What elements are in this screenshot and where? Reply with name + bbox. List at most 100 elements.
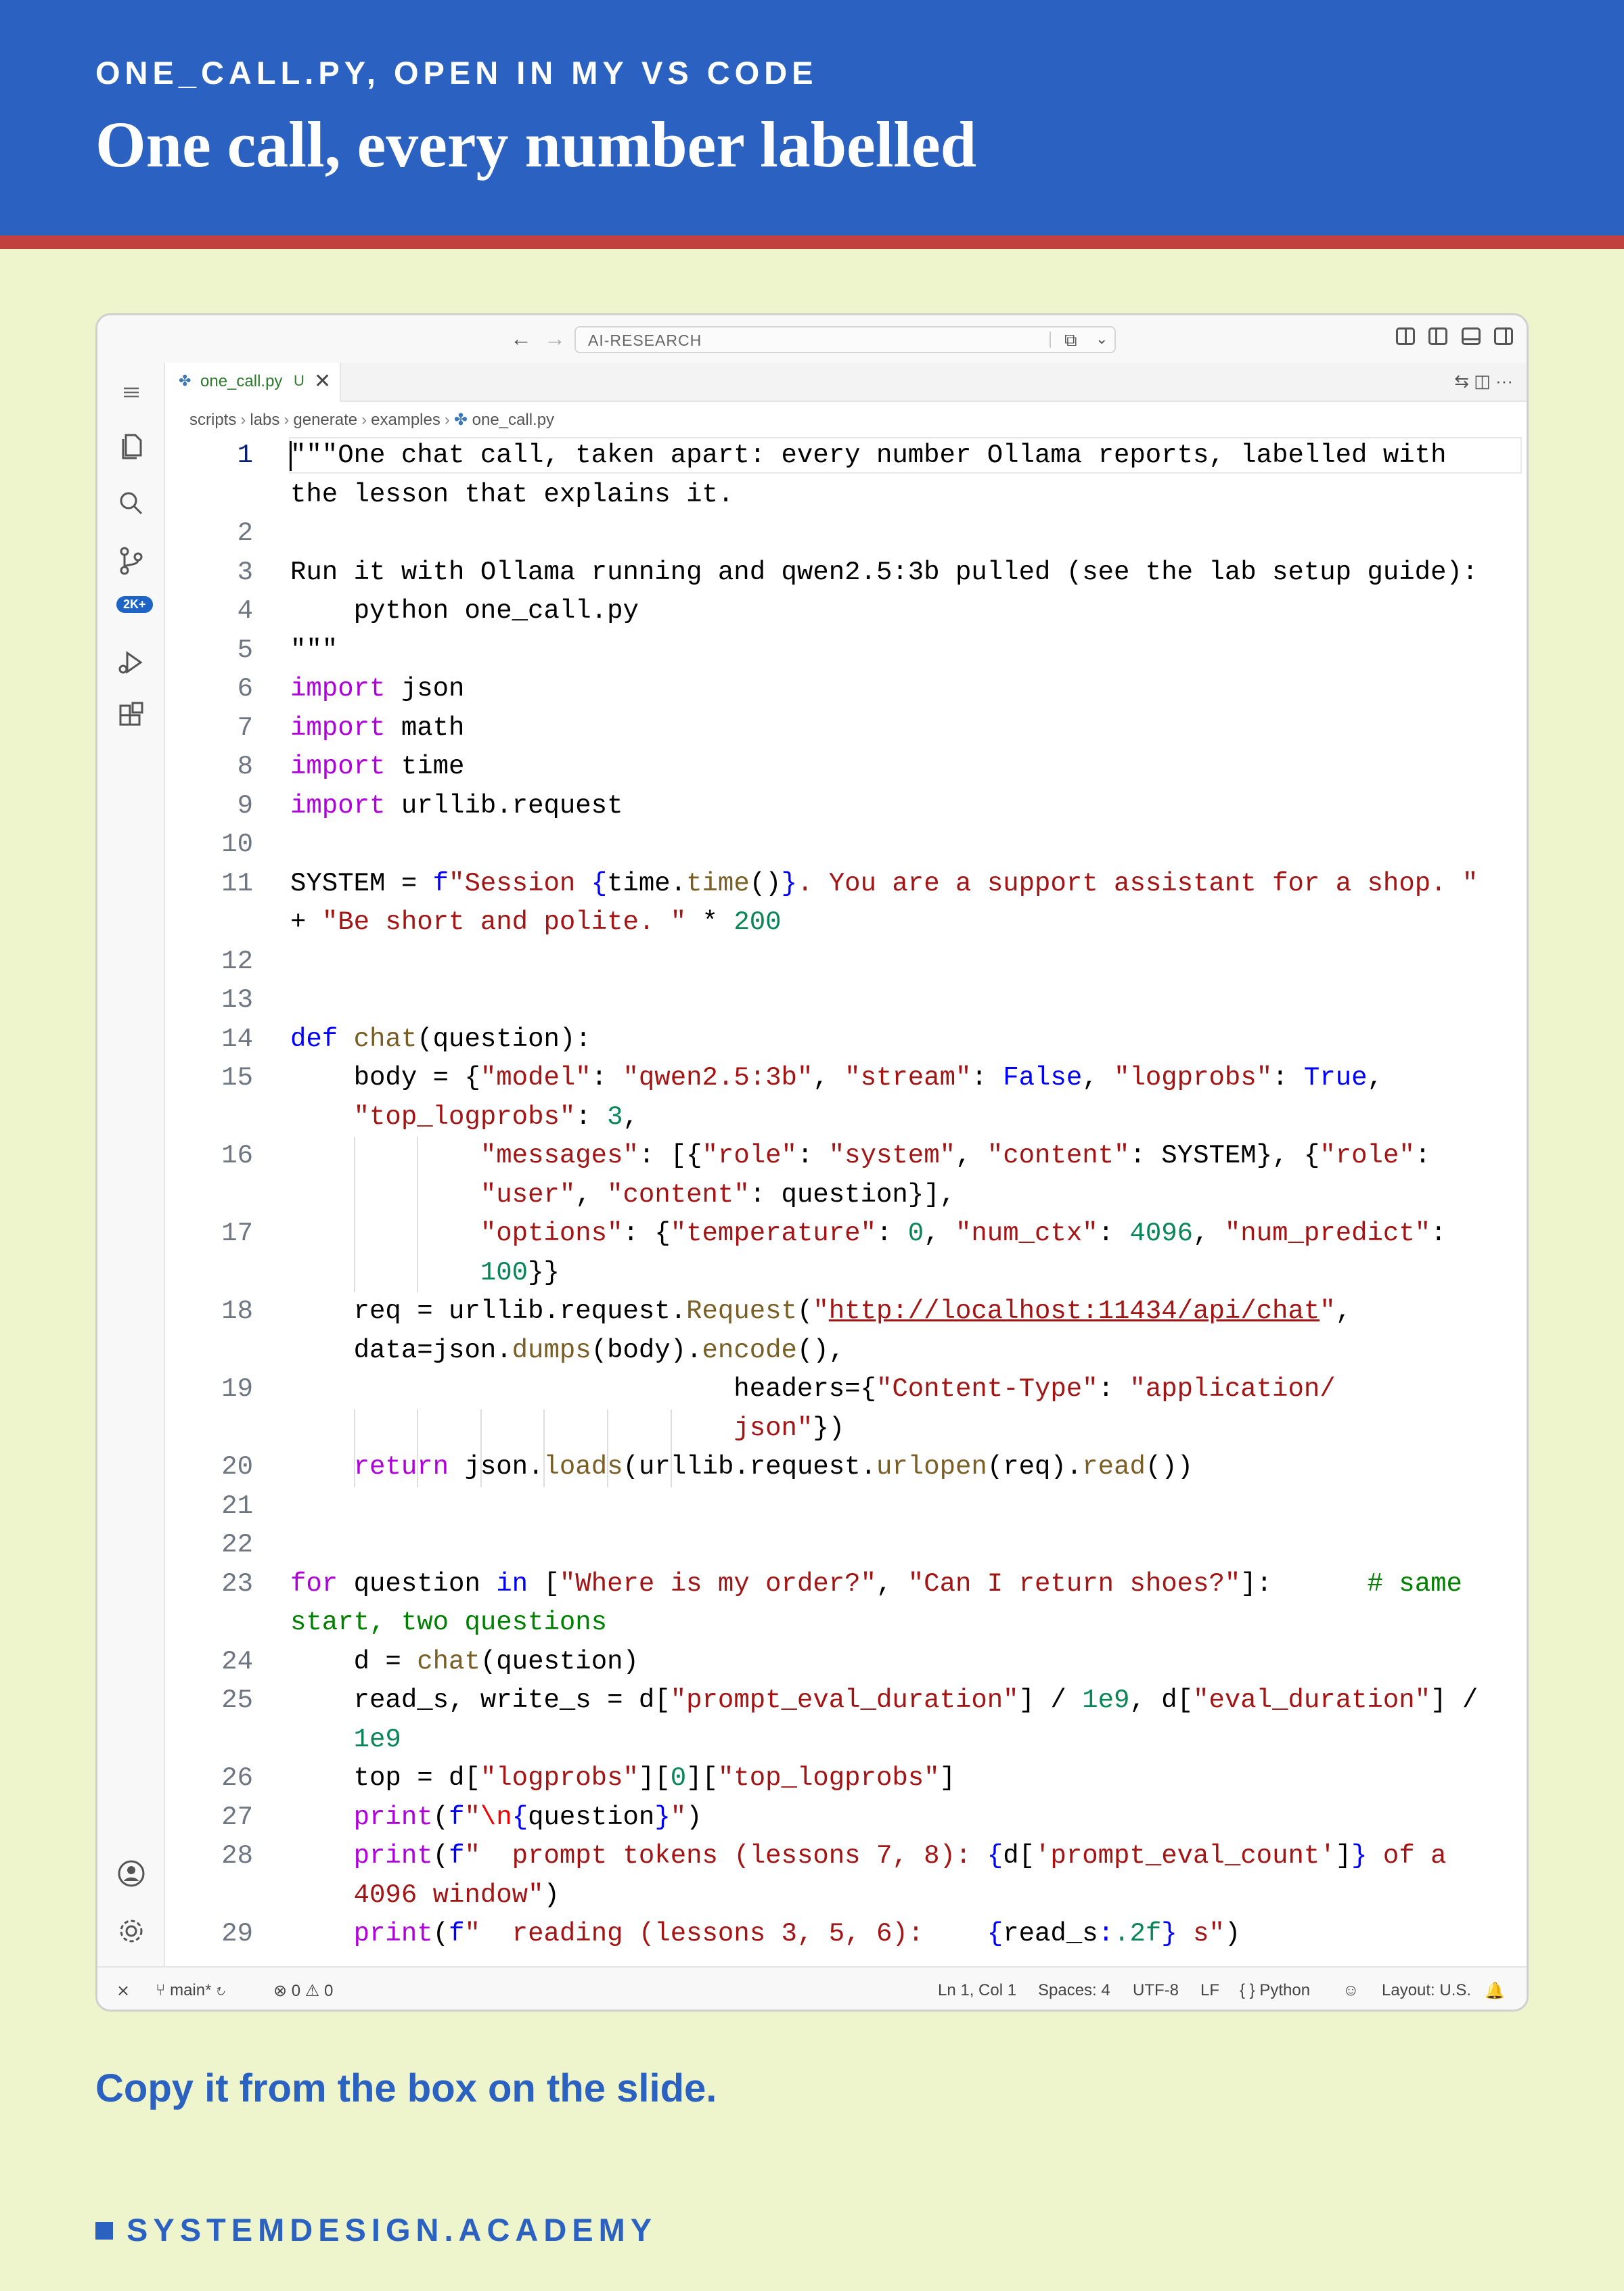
toggle-primary-sidebar-icon[interactable] [1428, 327, 1448, 345]
line-number[interactable]: 18 [165, 1292, 253, 1332]
close-icon[interactable]: ✕ [314, 369, 331, 393]
toggle-secondary-sidebar-icon[interactable] [1494, 327, 1513, 345]
code-line: "top_logprobs": 3, [165, 1098, 1512, 1137]
brand-square [95, 2222, 113, 2240]
line-number[interactable]: 8 [165, 748, 253, 787]
line-number[interactable]: 4 [165, 592, 253, 631]
chat-icon[interactable]: ⧉ [1064, 330, 1077, 351]
code-line: 27 print(f"\n{question}") [165, 1798, 1512, 1838]
code-line: start, two questions [165, 1604, 1512, 1643]
account-icon[interactable] [112, 1855, 150, 1892]
toggle-panel-icon[interactable] [1461, 327, 1481, 345]
line-number[interactable]: 19 [165, 1370, 253, 1409]
source-control-icon[interactable] [112, 542, 150, 580]
branch-indicator[interactable]: ⑂ main* ↻ [156, 1981, 226, 2000]
breadcrumb-item[interactable]: one_call.py [472, 411, 554, 429]
code-text: start, two questions [290, 1608, 608, 1637]
copilot-icon[interactable]: ☺ [1343, 1981, 1359, 2000]
command-center-separator [1050, 332, 1051, 348]
encoding[interactable]: UTF-8 [1133, 1981, 1179, 2000]
line-number[interactable]: 11 [165, 865, 253, 904]
code-text: import math [290, 712, 465, 743]
text-cursor [290, 441, 292, 471]
code-text: json"}) [734, 1413, 845, 1443]
line-number[interactable]: 28 [165, 1837, 253, 1876]
line-number[interactable]: 21 [165, 1487, 253, 1526]
code-text: data=json.dumps(body).encode(), [290, 1335, 845, 1365]
line-number[interactable]: 27 [165, 1798, 253, 1838]
explorer-icon[interactable] [112, 427, 150, 465]
line-number[interactable]: 20 [165, 1448, 253, 1487]
line-number[interactable]: 23 [165, 1565, 253, 1604]
sync-icon: ↻ [216, 1981, 226, 1999]
error-count: ⊗ 0 [273, 1982, 301, 2000]
extensions-icon[interactable] [112, 698, 150, 735]
line-number[interactable]: 3 [165, 553, 253, 593]
breadcrumb-item[interactable]: scripts [189, 411, 236, 429]
bell-icon[interactable]: 🔔 [1485, 1981, 1505, 2001]
line-number[interactable]: 6 [165, 670, 253, 709]
breadcrumb-separator: › [361, 411, 367, 429]
chevron-down-icon[interactable]: ⌄ [1096, 330, 1108, 348]
line-number[interactable]: 10 [165, 825, 253, 865]
editor-actions[interactable]: ⇆ ◫ ··· [1454, 371, 1513, 392]
indent-guide [417, 1409, 419, 1487]
line-number[interactable]: 13 [165, 981, 253, 1020]
breadcrumb-item[interactable]: examples [371, 411, 441, 429]
code-text: for question in ["Where is my order?", "… [290, 1568, 1462, 1599]
line-ending[interactable]: LF [1200, 1981, 1219, 2000]
back-arrow-icon[interactable]: ← [510, 326, 532, 350]
indent-guide [480, 1409, 482, 1487]
line-number[interactable]: 1 [165, 436, 253, 476]
line-number[interactable]: 25 [165, 1681, 253, 1721]
command-center-search[interactable]: AI-RESEARCH ⧉ ⌄ [574, 326, 1116, 353]
line-number[interactable]: 14 [165, 1020, 253, 1060]
banner-stripe [0, 235, 1624, 249]
line-number[interactable]: 22 [165, 1526, 253, 1565]
code-line: 26 top = d["logprobs"][0]["top_logprobs"… [165, 1759, 1512, 1798]
customize-layout-icon[interactable] [1395, 327, 1415, 345]
code-text: Run it with Ollama running and qwen2.5:3… [290, 557, 1479, 587]
branch-icon: ⑂ [156, 1981, 166, 1999]
breadcrumb-item[interactable]: labs [250, 411, 279, 429]
run-debug-icon[interactable] [112, 643, 150, 681]
code-line: 10 [165, 825, 1512, 865]
line-number[interactable]: 12 [165, 943, 253, 982]
gear-icon[interactable] [112, 1912, 150, 1950]
tab-one-call-py[interactable]: ✤ one_call.py U ✕ [165, 363, 341, 402]
source-control-badge: 2K+ [116, 596, 153, 613]
code-text: """One chat call, taken apart: every num… [290, 440, 1447, 470]
menu-icon[interactable] [112, 373, 150, 411]
cursor-position[interactable]: Ln 1, Col 1 [938, 1981, 1016, 2000]
remote-indicator-icon[interactable]: ⨯ [116, 1981, 130, 2001]
forward-arrow-icon[interactable]: → [544, 326, 566, 350]
line-number[interactable]: 24 [165, 1643, 253, 1682]
code-text: + "Be short and polite. " * 200 [290, 907, 782, 937]
breadcrumb-item[interactable]: generate [293, 411, 357, 429]
line-number[interactable]: 5 [165, 631, 253, 671]
line-number[interactable]: 15 [165, 1059, 253, 1098]
indentation[interactable]: Spaces: 4 [1038, 1981, 1110, 2000]
line-number[interactable]: 7 [165, 709, 253, 748]
line-number[interactable]: 17 [165, 1215, 253, 1254]
code-text: """ [290, 635, 338, 665]
line-number[interactable]: 9 [165, 787, 253, 826]
code-line: 3 Run it with Ollama running and qwen2.5:… [165, 553, 1512, 593]
code-text: read_s, write_s = d["prompt_eval_duratio… [290, 1685, 1479, 1715]
language-mode[interactable]: { } Python [1240, 1981, 1310, 2000]
indent-guide [353, 1409, 355, 1487]
line-number[interactable]: 29 [165, 1915, 253, 1954]
code-editor[interactable]: 1 """One chat call, taken apart: every nu… [165, 434, 1527, 1966]
code-text: 100}} [480, 1257, 560, 1288]
line-number[interactable]: 16 [165, 1137, 253, 1176]
code-line: 12 [165, 943, 1512, 982]
problems-indicator[interactable]: ⊗ 0 ⚠ 0 [273, 1981, 333, 2001]
line-number[interactable]: 2 [165, 514, 253, 553]
search-icon[interactable] [112, 484, 150, 522]
code-text: body = {"model": "qwen2.5:3b", "stream":… [290, 1063, 1383, 1093]
indent-guide [353, 1137, 355, 1292]
code-text: print(f"\n{question}") [353, 1802, 702, 1832]
code-text: SYSTEM = f"Session {time.time()}. You ar… [290, 868, 1479, 899]
line-number[interactable]: 26 [165, 1759, 253, 1798]
keyboard-layout[interactable]: Layout: U.S. [1382, 1981, 1471, 2000]
